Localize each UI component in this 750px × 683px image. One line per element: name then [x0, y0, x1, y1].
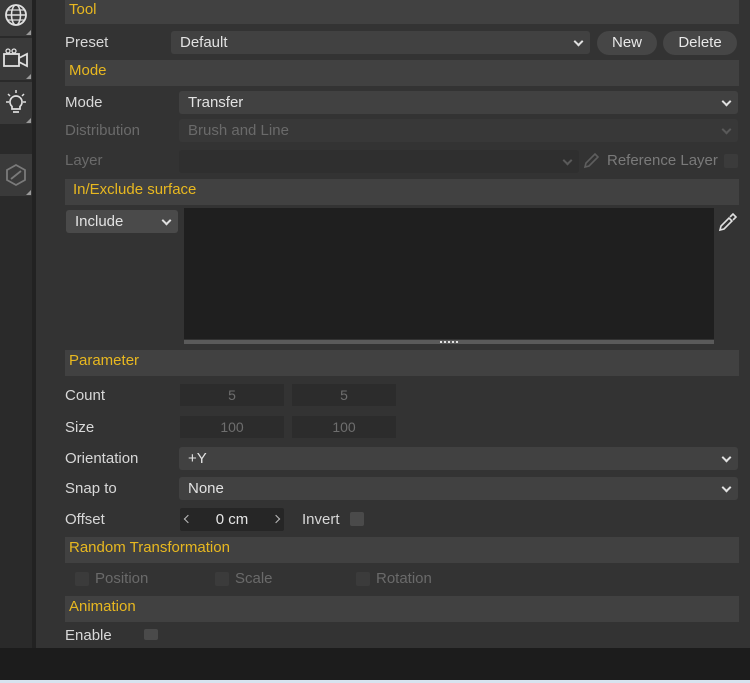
- chevron-down-icon: [562, 155, 573, 166]
- chevron-down-icon: [573, 36, 584, 47]
- section-tool[interactable]: Tool: [65, 0, 739, 24]
- rotation-label: Rotation: [376, 570, 432, 587]
- section-animation[interactable]: Animation: [65, 596, 739, 622]
- reference-layer-label: Reference Layer: [607, 152, 718, 169]
- orientation-value: +Y: [188, 450, 207, 467]
- invert-label: Invert: [302, 511, 340, 528]
- invert-checkbox[interactable]: [350, 512, 364, 526]
- reference-layer-checkbox[interactable]: [724, 154, 738, 168]
- offset-label: Offset: [65, 511, 105, 528]
- snap-label: Snap to: [65, 480, 117, 497]
- globe-button[interactable]: [0, 0, 32, 36]
- count-label: Count: [65, 387, 106, 404]
- camera-icon: [3, 48, 28, 68]
- orientation-dropdown[interactable]: +Y: [179, 447, 738, 470]
- chevron-down-icon: [161, 215, 172, 226]
- section-parameter[interactable]: Parameter: [65, 350, 739, 376]
- preset-dropdown[interactable]: Default: [171, 31, 590, 54]
- object-button[interactable]: [0, 154, 32, 196]
- pen-icon[interactable]: [581, 151, 601, 171]
- chevron-down-icon: [721, 452, 732, 463]
- decrement-icon[interactable]: [183, 514, 193, 524]
- section-random-transformation[interactable]: Random Transformation: [65, 537, 739, 563]
- distribution-dropdown[interactable]: Brush and Line: [179, 119, 738, 142]
- surface-list[interactable]: [184, 208, 714, 339]
- rotation-checkbox[interactable]: [356, 572, 370, 586]
- light-bulb-icon: [6, 90, 26, 113]
- mode-dropdown[interactable]: Transfer: [179, 91, 738, 114]
- section-in-exclude[interactable]: In/Exclude surface: [65, 179, 739, 205]
- include-dropdown[interactable]: Include: [66, 210, 178, 233]
- mode-label: Mode: [65, 94, 103, 111]
- orientation-label: Orientation: [65, 450, 139, 467]
- size-min-field[interactable]: 100: [180, 416, 284, 438]
- size-max-field[interactable]: 100: [292, 416, 396, 438]
- distribution-value: Brush and Line: [188, 122, 289, 139]
- globe-icon: [5, 4, 27, 26]
- snap-dropdown[interactable]: None: [179, 477, 738, 500]
- resize-grip[interactable]: [440, 341, 458, 344]
- layer-dropdown[interactable]: [179, 150, 579, 173]
- chevron-down-icon: [721, 124, 732, 135]
- size-label: Size: [65, 419, 95, 436]
- offset-stepper[interactable]: 0 cm: [180, 508, 284, 531]
- position-checkbox[interactable]: [75, 572, 89, 586]
- layer-label: Layer: [65, 152, 103, 169]
- preset-value: Default: [180, 34, 228, 51]
- camera-button[interactable]: [0, 38, 32, 80]
- light-button[interactable]: [0, 82, 32, 124]
- eyedropper-icon[interactable]: [717, 211, 739, 233]
- cube-outline-icon: [6, 163, 26, 187]
- chevron-down-icon: [721, 96, 732, 107]
- scale-label: Scale: [235, 570, 273, 587]
- status-bar: [0, 648, 750, 680]
- section-mode[interactable]: Mode: [65, 60, 739, 86]
- offset-value: 0 cm: [215, 511, 249, 528]
- snap-value: None: [188, 480, 224, 497]
- count-x-field[interactable]: 5: [180, 384, 284, 406]
- include-value: Include: [75, 213, 124, 230]
- distribution-label: Distribution: [65, 122, 141, 139]
- preset-label: Preset: [65, 34, 109, 51]
- chevron-down-icon: [721, 482, 732, 493]
- enable-checkbox[interactable]: [144, 629, 158, 640]
- mode-value: Transfer: [188, 94, 244, 111]
- delete-preset-button[interactable]: Delete: [663, 31, 737, 55]
- scale-checkbox[interactable]: [215, 572, 229, 586]
- position-label: Position: [95, 570, 149, 587]
- increment-icon[interactable]: [271, 514, 281, 524]
- new-preset-button[interactable]: New: [597, 31, 657, 55]
- enable-label: Enable: [65, 627, 112, 644]
- count-y-field[interactable]: 5: [292, 384, 396, 406]
